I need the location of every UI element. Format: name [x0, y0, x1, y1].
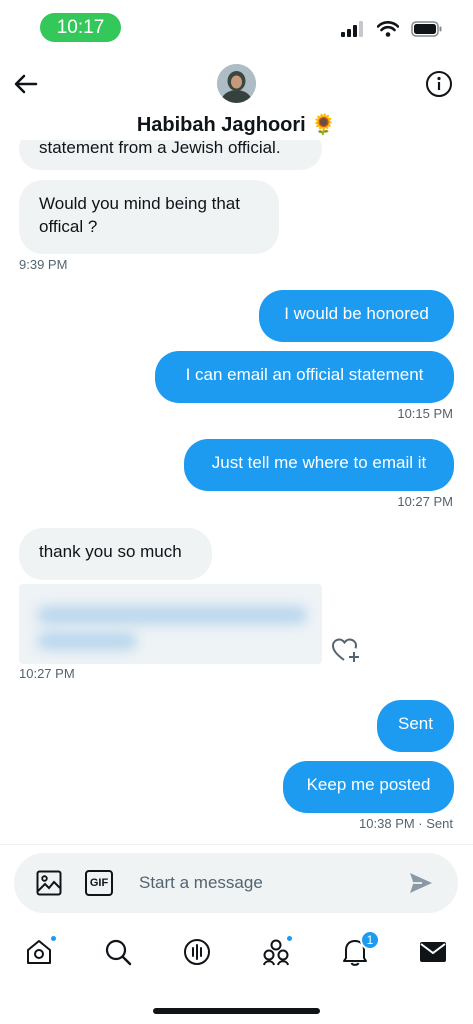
nav-communities[interactable]	[259, 935, 293, 969]
spaces-icon	[184, 939, 210, 965]
gif-button[interactable]: GIF	[85, 870, 113, 896]
status-icons	[341, 21, 443, 37]
send-icon[interactable]	[408, 870, 434, 896]
back-button[interactable]	[12, 70, 40, 98]
status-bar: 10:17	[0, 0, 473, 56]
add-reaction-icon[interactable]	[330, 634, 362, 666]
message-timestamp: 10:15 PM	[397, 406, 453, 421]
conversation-header: Habibah Jaghoori 🌻	[0, 56, 473, 140]
message-outgoing[interactable]: I can email an official statement	[155, 351, 454, 403]
nav-home[interactable]	[22, 935, 57, 969]
message-timestamp: 9:39 PM	[19, 257, 68, 272]
message-incoming[interactable]: Would you mind being that offical ?	[19, 180, 279, 254]
message-timestamp: 10:27 PM	[397, 494, 453, 509]
bottom-nav: 1	[0, 925, 473, 981]
blurred-attachment[interactable]	[19, 584, 322, 664]
avatar-image	[217, 64, 256, 103]
message-incoming[interactable]: thank you so much	[19, 528, 212, 580]
message-outgoing[interactable]: Keep me posted	[283, 761, 454, 813]
message-timestamp: 10:38 PM · Sent	[359, 816, 453, 831]
message-timestamp: 10:27 PM	[19, 666, 75, 681]
home-indicator	[153, 1008, 320, 1014]
composer-divider	[0, 844, 473, 845]
image-icon[interactable]	[36, 870, 62, 896]
contact-name[interactable]: Habibah Jaghoori 🌻	[0, 112, 473, 137]
message-composer: GIF	[14, 853, 458, 913]
message-outgoing[interactable]: Sent	[377, 700, 454, 752]
communities-icon	[263, 939, 289, 966]
cellular-signal-icon	[341, 21, 363, 37]
nav-notifications[interactable]: 1	[338, 930, 380, 969]
messages-icon	[420, 942, 446, 962]
notification-badge: 1	[360, 930, 380, 950]
search-icon	[105, 939, 132, 966]
message-input[interactable]	[139, 867, 389, 899]
message-outgoing[interactable]: I would be honored	[259, 290, 454, 342]
avatar[interactable]	[217, 64, 256, 103]
wifi-icon	[377, 21, 399, 37]
battery-icon	[411, 21, 442, 37]
status-time: 10:17	[40, 13, 121, 42]
nav-messages[interactable]	[416, 935, 450, 969]
message-outgoing[interactable]: Just tell me where to email it	[184, 439, 454, 491]
home-icon	[27, 940, 51, 964]
home-unread-dot	[50, 935, 57, 942]
nav-spaces[interactable]	[180, 935, 214, 969]
back-arrow-icon	[14, 74, 38, 94]
info-icon[interactable]	[425, 70, 453, 98]
nav-search[interactable]	[101, 935, 135, 969]
communities-unread-dot	[286, 935, 293, 942]
